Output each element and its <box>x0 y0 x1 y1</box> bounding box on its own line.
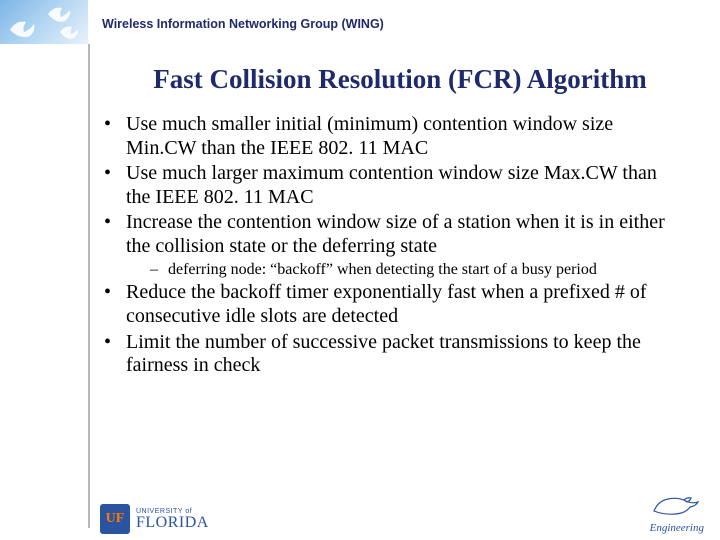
gator-icon <box>650 491 704 517</box>
uf-wordmark: UNIVERSITY of FLORIDA <box>136 508 209 531</box>
sub-bullet-item: deferring node: “backoff” when detecting… <box>150 261 680 280</box>
bullet-item: Limit the number of successive packet tr… <box>100 331 680 378</box>
bullet-text: Increase the contention window size of a… <box>126 211 665 257</box>
bullet-item: Use much smaller initial (minimum) conte… <box>100 113 680 160</box>
sub-bullet-text: deferring node: “backoff” when detecting… <box>168 261 597 278</box>
bullet-text: Reduce the backoff timer exponentially f… <box>126 281 647 327</box>
header: Wireless Information Networking Group (W… <box>0 0 720 44</box>
uf-logo: UF UNIVERSITY of FLORIDA <box>100 504 209 534</box>
header-separator <box>88 0 102 44</box>
bullet-item: Reduce the backoff timer exponentially f… <box>100 281 680 328</box>
engineering-logo: Engineering <box>650 491 704 534</box>
bullet-text: Use much larger maximum contention windo… <box>126 162 657 208</box>
bullet-item: Increase the contention window size of a… <box>100 211 680 279</box>
slide-title: Fast Collision Resolution (FCR) Algorith… <box>120 64 680 95</box>
uf-big-text: FLORIDA <box>136 515 209 531</box>
slide-body: Use much smaller initial (minimum) conte… <box>100 113 680 378</box>
header-group-name: Wireless Information Networking Group (W… <box>102 13 384 31</box>
bullet-item: Use much larger maximum contention windo… <box>100 162 680 209</box>
bullet-text: Use much smaller initial (minimum) conte… <box>126 113 613 159</box>
uf-mark-icon: UF <box>100 504 130 534</box>
bullet-text: Limit the number of successive packet tr… <box>126 331 641 377</box>
vertical-divider <box>88 44 90 528</box>
header-decorative-image <box>0 0 88 44</box>
engineering-text: Engineering <box>650 522 704 534</box>
footer: UF UNIVERSITY of FLORIDA Engineering <box>0 492 720 540</box>
